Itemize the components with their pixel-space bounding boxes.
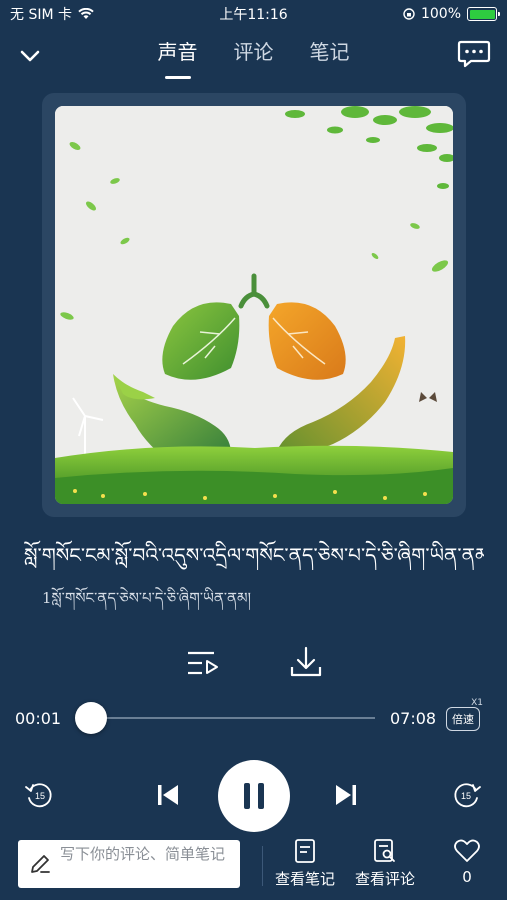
pause-button[interactable] <box>218 760 290 832</box>
comment-input[interactable]: 写下你的评论、简单笔记 <box>18 840 240 888</box>
view-notes-button[interactable]: 查看笔记 <box>269 838 341 889</box>
rewind-icon: 15 <box>25 783 52 808</box>
notes-icon <box>295 839 315 863</box>
tab-comments[interactable]: 评论 <box>234 36 274 79</box>
wifi-icon <box>78 8 94 19</box>
forward-icon: 15 <box>454 783 481 808</box>
bottom-bar: 写下你的评论、简单笔记 查看笔记 查看评论 0 <box>0 836 507 900</box>
forward-15-button[interactable]: 15 <box>452 780 482 810</box>
player-header: 声音 评论 笔记 <box>0 30 507 86</box>
progress-row: 00:01 07:08 倍速 X1 <box>0 698 507 736</box>
divider <box>262 846 263 886</box>
track-subtitle: 1སློ་གསོང་ནད་ཅེས་པ་དེ་ཅི་ཞིག་ཡིན་ནམ། <box>42 589 251 607</box>
like-button[interactable]: 0 <box>441 838 493 886</box>
progress-thumb[interactable] <box>74 702 107 734</box>
battery-icon <box>467 7 500 21</box>
speed-button[interactable]: 倍速 X1 <box>446 698 483 731</box>
status-time: 上午11:16 <box>219 7 288 23</box>
pause-icon <box>244 783 264 809</box>
chat-bubble-icon[interactable] <box>457 38 491 68</box>
tab-sound[interactable]: 声音 <box>158 36 198 79</box>
rewind-seconds: 15 <box>35 791 45 801</box>
album-cover-image <box>55 106 453 504</box>
speed-label: 倍速 <box>452 713 474 726</box>
rewind-15-button[interactable]: 15 <box>24 780 54 810</box>
playback-controls: 15 15 <box>0 760 507 832</box>
download-icon[interactable] <box>289 645 323 679</box>
cover-frame <box>42 93 466 517</box>
view-comments-label: 查看评论 <box>354 870 415 888</box>
status-bar: 无 SIM 卡 上午11:16 100% <box>0 0 507 28</box>
battery-percent: 100% <box>420 6 461 22</box>
speed-multiplier: X1 <box>471 698 483 708</box>
progress-track[interactable] <box>90 717 375 719</box>
next-track-icon[interactable] <box>333 782 359 808</box>
previous-track-icon[interactable] <box>155 782 181 808</box>
tab-bar: 声音 评论 笔记 <box>0 36 507 79</box>
carrier-label: 无 SIM 卡 <box>10 7 72 23</box>
like-count: 0 <box>462 868 472 886</box>
tab-notes[interactable]: 笔记 <box>310 36 350 79</box>
track-title: སློ་གསོང་ངམ་སློ་བའི་འདུས་འདྲིལ་གསོང་ནད་ཅ… <box>24 543 484 567</box>
pencil-icon <box>31 855 50 873</box>
view-notes-label: 查看笔记 <box>274 870 335 888</box>
view-comments-button[interactable]: 查看评论 <box>349 838 421 889</box>
total-time: 07:08 <box>390 709 437 728</box>
current-time: 00:01 <box>15 709 62 728</box>
orientation-lock-icon <box>403 8 415 20</box>
heart-icon <box>454 839 480 862</box>
comment-placeholder: 写下你的评论、简单笔记 <box>60 845 226 863</box>
playlist-icon[interactable] <box>186 646 220 680</box>
comment-search-icon <box>374 839 395 862</box>
forward-seconds: 15 <box>461 791 471 801</box>
